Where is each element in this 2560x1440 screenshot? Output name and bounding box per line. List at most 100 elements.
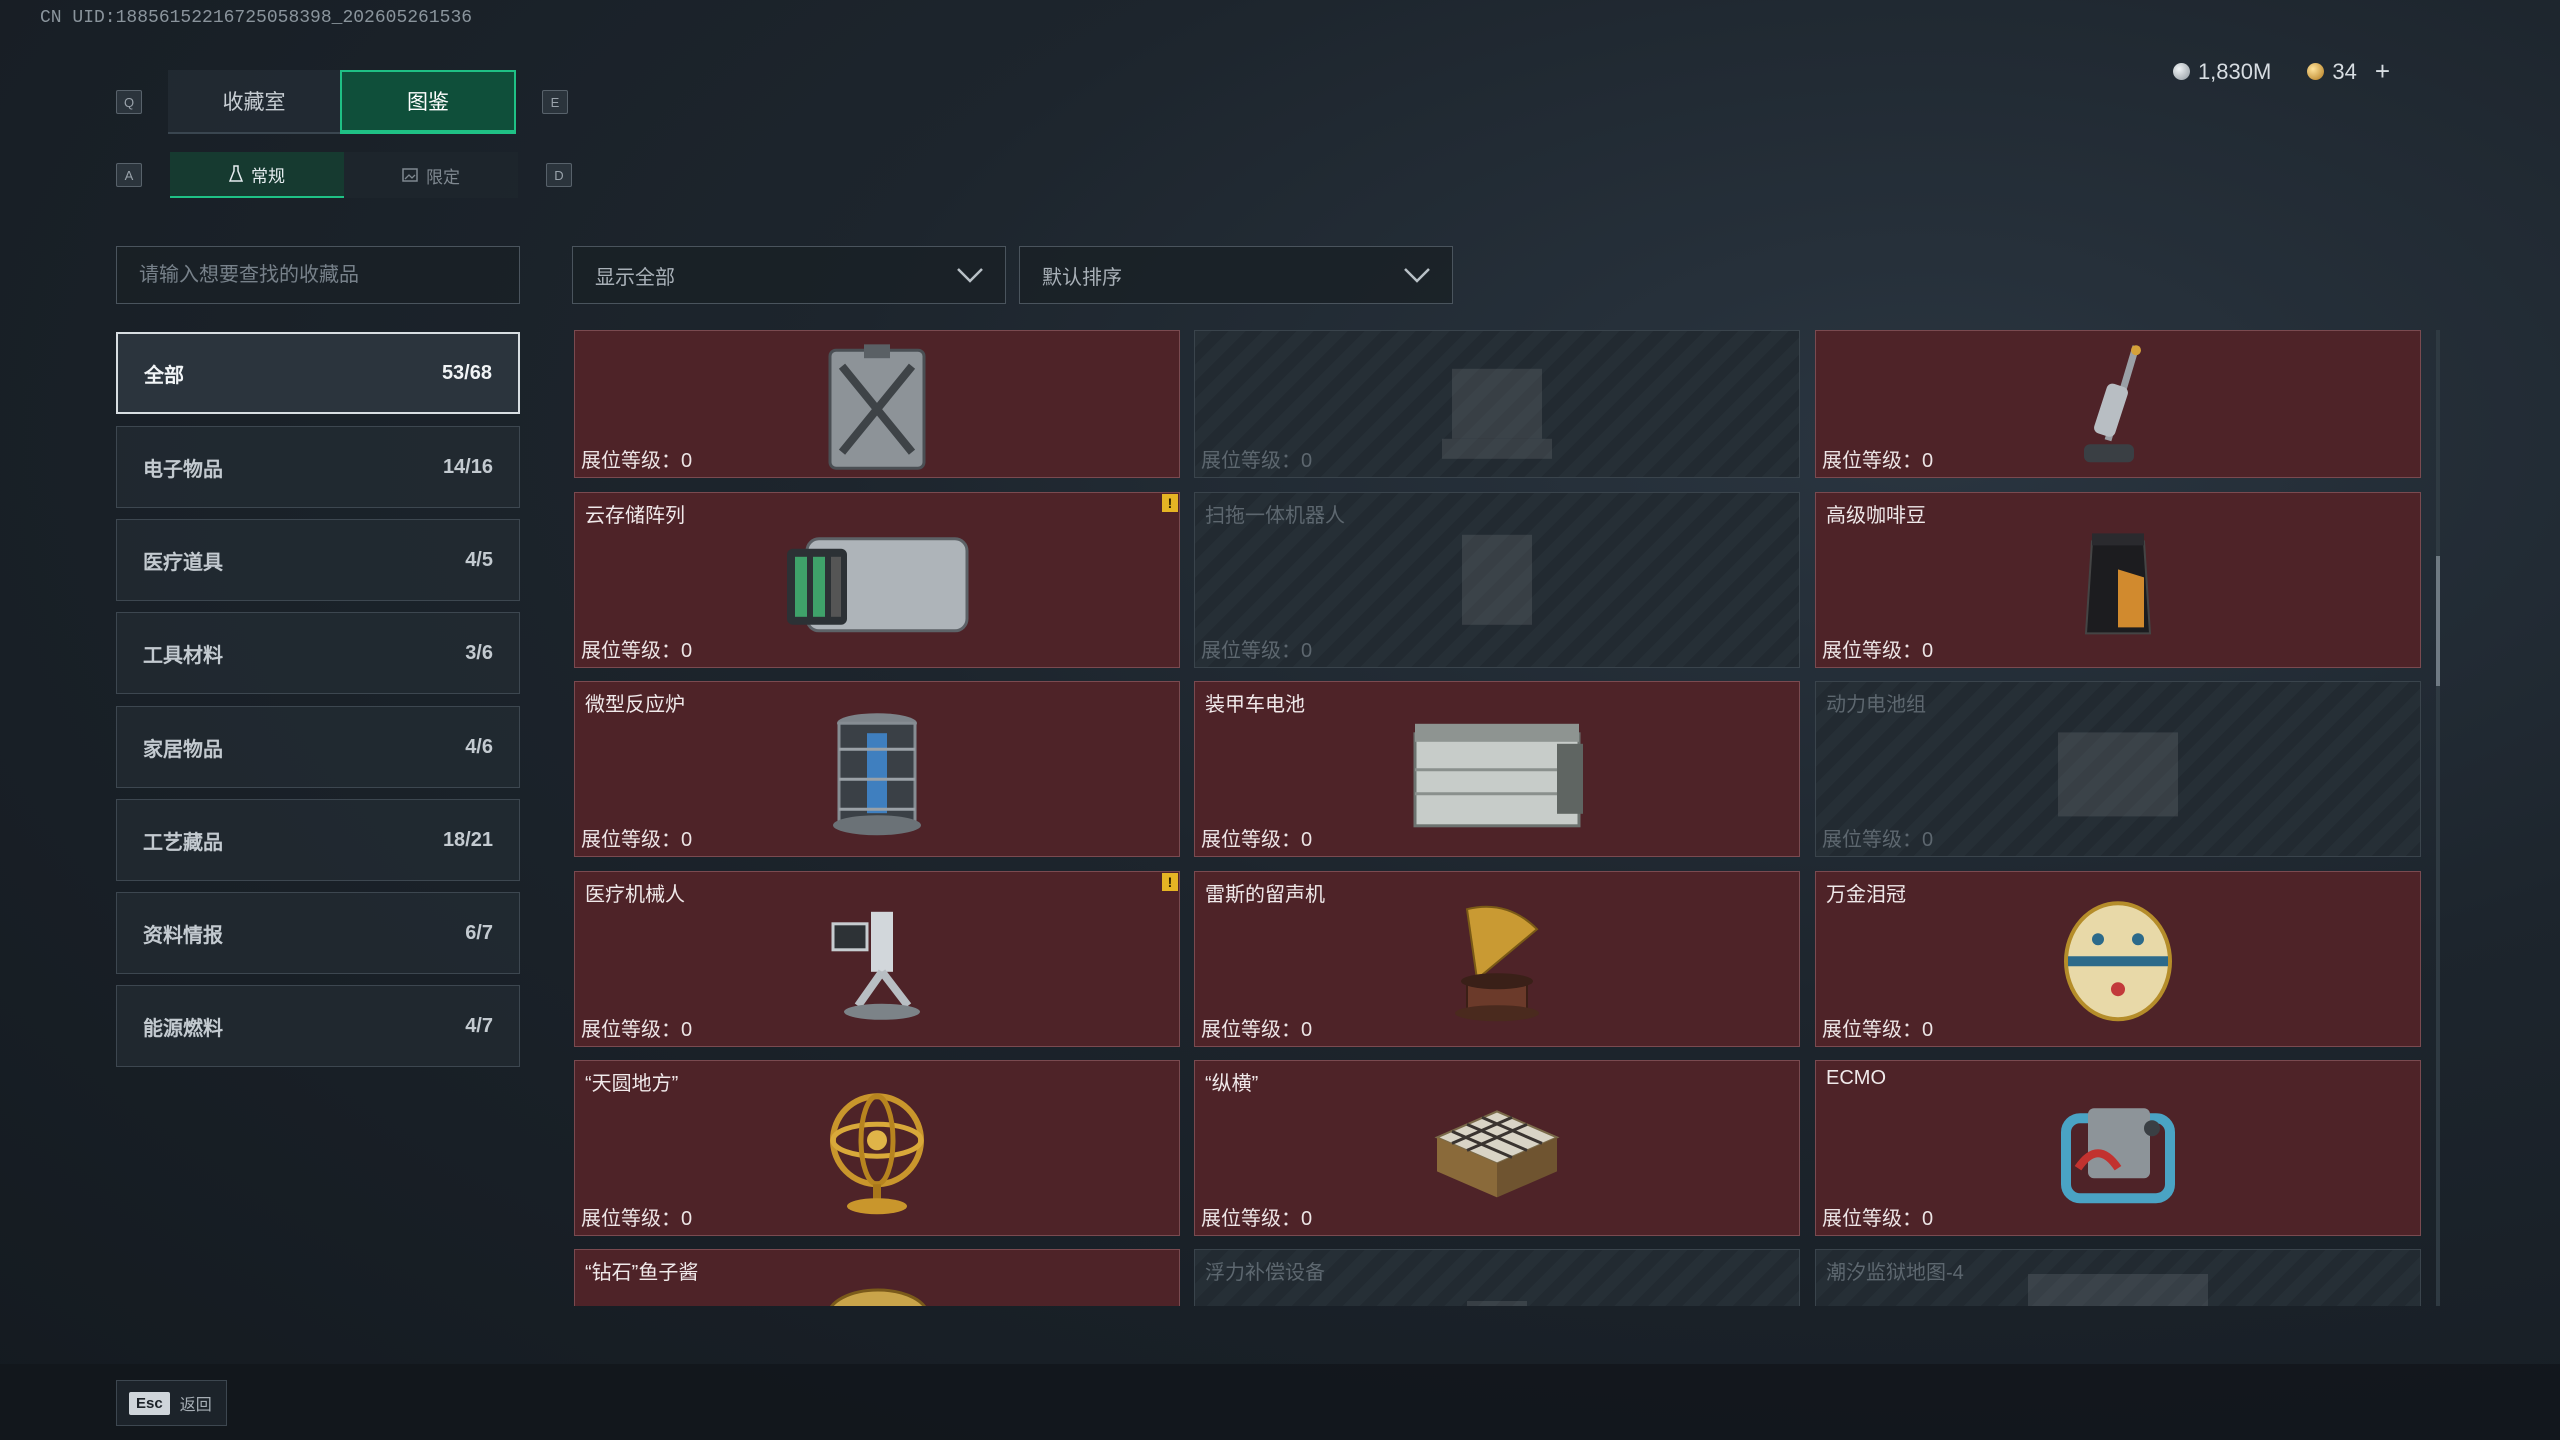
caviar-tin-icon bbox=[829, 1288, 927, 1306]
grid-scrollbar[interactable] bbox=[2436, 330, 2440, 1306]
grid-scrollbar-thumb[interactable] bbox=[2436, 556, 2440, 686]
item-name: 云存储阵列 bbox=[585, 505, 685, 527]
item-level: 展位等级：0 bbox=[581, 1208, 693, 1230]
item-name: 浮力补偿设备 bbox=[1205, 1262, 1325, 1284]
category-count: 4/6 bbox=[465, 735, 493, 758]
item-card[interactable]: 微型反应炉 展位等级：0 bbox=[574, 681, 1180, 857]
item-name: 装甲车电池 bbox=[1205, 694, 1305, 716]
item-card[interactable]: 展位等级：0 bbox=[574, 330, 1180, 478]
gramophone-icon bbox=[1455, 905, 1539, 1022]
mop-robot-icon bbox=[1462, 534, 1532, 625]
sort-dropdown[interactable]: 默认排序 bbox=[1019, 246, 1453, 304]
item-card[interactable]: “纵横” 展位等级：0 bbox=[1194, 1060, 1800, 1236]
main-tabs: 收藏室 图鉴 bbox=[168, 70, 516, 134]
category-label: 家居物品 bbox=[143, 738, 223, 761]
category-count: 18/21 bbox=[442, 828, 493, 851]
item-card[interactable]: 装甲车电池 展位等级：0 bbox=[1194, 681, 1800, 857]
filter-dropdown-value: 显示全部 bbox=[595, 266, 675, 289]
item-card[interactable]: 云存储阵列 ! 展位等级：0 bbox=[574, 492, 1180, 668]
armored-battery-icon bbox=[1413, 723, 1583, 828]
micro-reactor-icon bbox=[833, 713, 921, 836]
chess-box-icon bbox=[1434, 1110, 1560, 1198]
category-label: 医疗道具 bbox=[143, 551, 223, 574]
category-medical[interactable]: 医疗道具 4/5 bbox=[116, 519, 520, 601]
subtab-limited[interactable]: 限定 bbox=[344, 152, 518, 198]
category-tools[interactable]: 工具材料 3/6 bbox=[116, 612, 520, 694]
category-label: 工具材料 bbox=[143, 644, 223, 667]
category-count: 4/7 bbox=[465, 1014, 493, 1037]
new-alert-icon: ! bbox=[1162, 494, 1178, 512]
item-level: 展位等级：0 bbox=[1822, 1208, 1934, 1230]
item-name: 万金泪冠 bbox=[1826, 884, 1906, 906]
category-count: 3/6 bbox=[465, 641, 493, 664]
item-level: 展位等级：0 bbox=[1822, 829, 1934, 851]
item-card[interactable]: “钻石”鱼子酱 展位等级：0 bbox=[574, 1249, 1180, 1306]
armillary-sphere-icon bbox=[830, 1093, 924, 1215]
item-name: 动力电池组 bbox=[1826, 694, 1926, 716]
keyhint-next-tab: E bbox=[542, 90, 568, 114]
item-card[interactable]: 扫拖一体机器人 展位等级：0 bbox=[1194, 492, 1800, 668]
item-card[interactable]: 浮力补偿设备 展位等级：0 bbox=[1194, 1249, 1800, 1306]
flask-icon bbox=[229, 165, 243, 182]
map-icon bbox=[2028, 1274, 2208, 1306]
item-name: 雷斯的留声机 bbox=[1205, 884, 1325, 906]
currency-silver: 1,830M bbox=[2172, 59, 2271, 85]
search-input[interactable] bbox=[116, 246, 520, 304]
item-level: 展位等级：0 bbox=[581, 640, 693, 662]
category-household[interactable]: 家居物品 4/6 bbox=[116, 706, 520, 788]
item-card[interactable]: 万金泪冠 展位等级：0 bbox=[1815, 871, 2421, 1047]
tab-collection-room[interactable]: 收藏室 bbox=[168, 70, 340, 134]
chevron-down-icon bbox=[957, 268, 983, 283]
back-button[interactable]: Esc 返回 bbox=[116, 1380, 227, 1426]
item-card[interactable]: 雷斯的留声机 展位等级：0 bbox=[1194, 871, 1800, 1047]
item-card[interactable]: ECMO 展位等级：0 bbox=[1815, 1060, 2421, 1236]
tab-codex[interactable]: 图鉴 bbox=[340, 70, 516, 134]
item-card[interactable]: “天圆地方” 展位等级：0 bbox=[574, 1060, 1180, 1236]
cloud-storage-array-icon bbox=[787, 537, 969, 633]
category-count: 53/68 bbox=[441, 361, 492, 384]
coffee-bag-icon bbox=[2084, 533, 2152, 635]
item-level: 展位等级：0 bbox=[1822, 450, 1934, 472]
item-name: 微型反应炉 bbox=[585, 694, 685, 716]
footer-bar bbox=[0, 1364, 2560, 1440]
currency-gold-value: 34 bbox=[2332, 58, 2357, 84]
power-battery-pack-icon bbox=[2058, 732, 2178, 817]
add-currency-button[interactable]: + bbox=[2375, 56, 2390, 87]
category-energy[interactable]: 能源燃料 4/7 bbox=[116, 985, 520, 1067]
category-electronics[interactable]: 电子物品 14/16 bbox=[116, 426, 520, 508]
item-card[interactable]: 展位等级：0 bbox=[1815, 330, 2421, 478]
medical-robot-icon bbox=[831, 911, 920, 1020]
keyhint-prev-tab: Q bbox=[116, 90, 142, 114]
category-crafts[interactable]: 工艺藏品 18/21 bbox=[116, 799, 520, 881]
silver-coin-icon bbox=[2172, 63, 2190, 80]
filter-dropdown[interactable]: 显示全部 bbox=[572, 246, 1006, 304]
subtab-regular[interactable]: 常规 bbox=[170, 152, 344, 198]
item-name: “天圆地方” bbox=[585, 1073, 679, 1095]
category-count: 4/5 bbox=[465, 548, 493, 571]
category-label: 能源燃料 bbox=[143, 1017, 223, 1040]
category-label: 工艺藏品 bbox=[143, 831, 223, 854]
category-all[interactable]: 全部 53/68 bbox=[116, 332, 520, 414]
uid-label: CN UID:18856152216725058398_202605261536 bbox=[40, 8, 473, 28]
category-label: 全部 bbox=[144, 364, 184, 387]
item-level: 展位等级：0 bbox=[581, 829, 693, 851]
item-card[interactable]: 医疗机械人 ! 展位等级：0 bbox=[574, 871, 1180, 1047]
item-card[interactable]: 展位等级：0 bbox=[1194, 330, 1800, 478]
item-card[interactable]: 动力电池组 展位等级：0 bbox=[1815, 681, 2421, 857]
category-intel[interactable]: 资料情报 6/7 bbox=[116, 892, 520, 974]
back-label: 返回 bbox=[179, 1397, 212, 1414]
robot-base-icon bbox=[1442, 368, 1552, 459]
new-alert-icon: ! bbox=[1162, 873, 1178, 891]
keyhint-next-subtab: D bbox=[546, 163, 572, 187]
category-count: 6/7 bbox=[465, 921, 493, 944]
currency-bar: 1,830M 34 + bbox=[2172, 56, 2390, 87]
item-card[interactable]: 高级咖啡豆 展位等级：0 bbox=[1815, 492, 2421, 668]
item-name: 高级咖啡豆 bbox=[1826, 505, 1926, 527]
image-frame-icon bbox=[402, 168, 418, 182]
item-name: 潮汐监狱地图-4 bbox=[1826, 1262, 1964, 1284]
chevron-down-icon bbox=[1404, 268, 1430, 283]
item-level: 展位等级：0 bbox=[1822, 1019, 1934, 1041]
item-level: 展位等级：0 bbox=[1201, 450, 1313, 472]
ecmo-machine-icon bbox=[2061, 1108, 2175, 1204]
item-card[interactable]: 潮汐监狱地图-4 展位等级：0 bbox=[1815, 1249, 2421, 1306]
